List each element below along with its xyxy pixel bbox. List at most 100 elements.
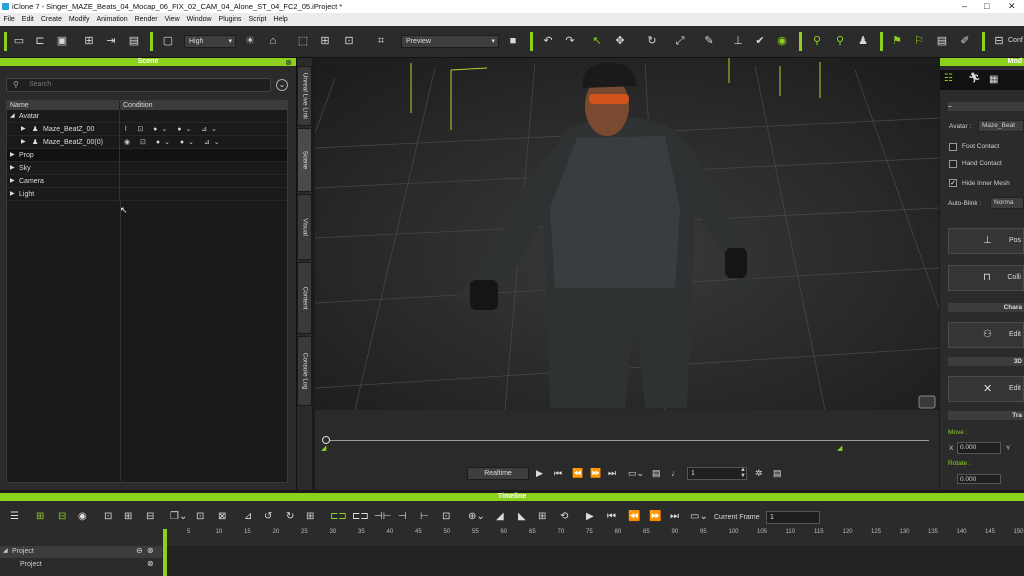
collapse-arrow-icon[interactable]: ◢	[10, 110, 15, 123]
play-icon[interactable]: ▶	[536, 468, 543, 479]
tab-unreal-live-link[interactable]: Unreal Live Link	[297, 66, 312, 126]
timeline-next-icon[interactable]: ⏩	[649, 511, 661, 522]
visibility-icon[interactable]: ◉	[78, 511, 87, 522]
clipboard-icon[interactable]: ▤	[935, 34, 949, 48]
tab-scene[interactable]: Scene	[297, 128, 312, 192]
frame-spinner-icon[interactable]: ▲ ▼	[740, 467, 746, 479]
view-layout-icon[interactable]: ▢	[161, 34, 175, 48]
tree-row-prop[interactable]: ▶ Prop	[7, 148, 287, 162]
motion-icon[interactable]: ⚑	[890, 34, 904, 48]
section-header[interactable]: –	[948, 102, 1024, 111]
condition-icons[interactable]: ◉ ⊡ ●⌄ ●⌄ ⊿⌄	[120, 138, 287, 146]
close-icon[interactable]: ✕	[1008, 0, 1016, 13]
add-item-button[interactable]: ⌄	[276, 79, 288, 91]
search-input[interactable]: ⚲ Search	[6, 78, 271, 92]
menu-modify[interactable]: Modify	[65, 16, 93, 23]
copy-icon[interactable]: ❐⌄	[170, 511, 187, 522]
3d-viewport[interactable]	[315, 58, 939, 410]
tree-row-camera[interactable]: ▶ Camera	[7, 174, 287, 188]
import-icon[interactable]: ⊞	[82, 34, 96, 48]
tree-row-avatar[interactable]: ◢ Avatar	[7, 109, 287, 123]
rotate-icon[interactable]: ↻	[645, 34, 659, 48]
playback-mode-select[interactable]: Realtime	[467, 467, 529, 480]
menu-create[interactable]: Create	[37, 16, 65, 23]
render-video-icon[interactable]: ▤	[127, 34, 141, 48]
range-start-marker[interactable]: ◢	[321, 444, 326, 452]
undo-icon[interactable]: ↶	[541, 34, 555, 48]
minimize-icon[interactable]: –	[962, 0, 967, 13]
range-end-marker[interactable]: ◢	[837, 444, 842, 452]
viewport-info-icon[interactable]	[918, 395, 936, 409]
checkmark-icon[interactable]: ✔	[753, 34, 767, 48]
render-mode-select[interactable]: Preview	[401, 35, 499, 48]
frame-input[interactable]: 1	[687, 467, 747, 480]
collision-button[interactable]: ⊓ Colli	[948, 265, 1024, 291]
track-row-project-sub[interactable]: Project ⊗	[0, 559, 162, 571]
range-icon[interactable]: ⊏⊐	[330, 511, 347, 522]
menu-file[interactable]: File	[0, 16, 18, 23]
add-key-icon[interactable]: ⊡	[104, 511, 112, 522]
section-3d[interactable]: 3D	[948, 357, 1024, 366]
settings-icon[interactable]: ✲	[755, 468, 763, 479]
expand-arrow-icon[interactable]: ▶	[10, 175, 15, 188]
speed-icon[interactable]: ↻	[286, 511, 294, 522]
expand-icon[interactable]: ⊞	[538, 511, 546, 522]
move-icon[interactable]: ✥	[613, 34, 627, 48]
material-tab-icon[interactable]: ▦	[989, 74, 998, 85]
frame-icon[interactable]: ⊡	[442, 511, 450, 522]
menu-script[interactable]: Script	[245, 16, 270, 23]
camera-icon[interactable]: ■	[506, 34, 520, 48]
next-frame-icon[interactable]: ⏩	[590, 468, 601, 479]
time-slider-track[interactable]	[325, 440, 929, 441]
open-folder-icon[interactable]: ⊏	[33, 34, 47, 48]
column-condition-header[interactable]: Condition	[120, 101, 287, 110]
expand-arrow-icon[interactable]: ▶	[10, 149, 15, 162]
tree-row-sky[interactable]: ▶ Sky	[7, 161, 287, 175]
delete-key-icon[interactable]: ⊠	[218, 511, 226, 522]
menu-window[interactable]: Window	[183, 16, 215, 23]
collect-clip-icon[interactable]: ⊟	[58, 511, 66, 522]
fit-icon[interactable]: ⊏⊐	[352, 511, 369, 522]
timeline-play-icon[interactable]: ▶	[586, 511, 594, 522]
section-transform[interactable]: Tra	[948, 411, 1024, 420]
tree-row-light[interactable]: ▶ Light	[7, 187, 287, 201]
prev-frame-icon[interactable]: ⏪	[572, 468, 583, 479]
timeline-start-icon[interactable]: ⏮	[607, 511, 616, 522]
move-x-input[interactable]: 0.000	[957, 442, 1001, 454]
conform-icon[interactable]: ⊟	[992, 34, 1006, 48]
scale-icon[interactable]: ⤢	[673, 34, 687, 48]
timeline-menu-icon[interactable]: ☰	[10, 511, 19, 522]
subtitle-icon[interactable]: ▤	[652, 468, 661, 479]
edit-tool-icon[interactable]: ✎	[702, 34, 716, 48]
flip-icon[interactable]: ◢	[496, 511, 504, 522]
light-icon[interactable]: ☀	[243, 34, 257, 48]
menu-render[interactable]: Render	[131, 16, 161, 23]
new-project-icon[interactable]: ▭	[12, 34, 26, 48]
expand-arrow-icon[interactable]: ▶	[21, 136, 26, 149]
timeline-loop-icon[interactable]: ▭⌄	[690, 511, 708, 522]
section-character[interactable]: Chara	[948, 303, 1024, 312]
foot-contact-checkbox[interactable]	[949, 143, 957, 151]
link-icon[interactable]: ⚲	[810, 34, 824, 48]
save-icon[interactable]: ▣	[55, 34, 69, 48]
auto-blink-select[interactable]: Norma	[990, 197, 1024, 209]
avatar-select[interactable]: Maze_Beat	[978, 120, 1024, 132]
select-icon[interactable]: ↖	[590, 34, 604, 48]
add-icon[interactable]: ⊕⌄	[468, 511, 485, 522]
zoom-icon[interactable]: ⊣⊢	[374, 511, 391, 522]
track-close-icon[interactable]: ⊗	[147, 546, 154, 555]
expand-arrow-icon[interactable]: ▶	[10, 162, 15, 175]
eye-icon[interactable]: ◉	[775, 34, 789, 48]
paste-icon[interactable]: ⊡	[196, 511, 204, 522]
camera-frame-icon[interactable]: ⌗	[374, 34, 388, 48]
music-icon[interactable]: ♩	[671, 468, 680, 478]
go-end-icon[interactable]: ⏭	[608, 468, 616, 479]
tree-row-maze-beatz-00[interactable]: ▶ ♟ Maze_BeatZ_00 ⌇ ⊡ ●⌄ ●⌄ ⊿⌄	[7, 122, 287, 136]
quality-select[interactable]: High	[184, 35, 236, 48]
expand-arrow-icon[interactable]: ▶	[21, 123, 26, 136]
blend-icon[interactable]: ⊞	[306, 511, 314, 522]
maximize-icon[interactable]: □	[984, 0, 989, 13]
snap-icon[interactable]: ⊡	[342, 34, 356, 48]
tree-row-maze-beatz-00-0[interactable]: ▶ ♟ Maze_BeatZ_00(0) ◉ ⊡ ●⌄ ●⌄ ⊿⌄	[7, 135, 287, 149]
track-close-icon[interactable]: ⊗	[147, 559, 154, 568]
